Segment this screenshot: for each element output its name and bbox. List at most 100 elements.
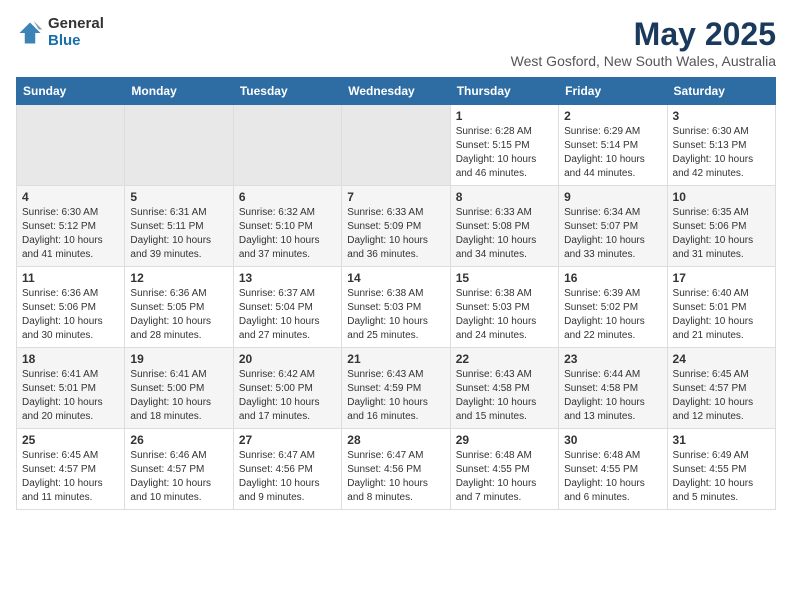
calendar-header: SundayMondayTuesdayWednesdayThursdayFrid… [17,78,776,105]
calendar-cell: 30 Sunrise: 6:48 AM Sunset: 4:55 PM Dayli… [559,429,667,510]
page-header: General Blue May 2025 West Gosford, New … [16,16,776,69]
calendar-cell: 27Sunrise: 6:47 AM Sunset: 4:56 PM Dayli… [233,429,341,510]
logo-icon [16,19,44,47]
day-number: 21 [347,352,444,366]
day-info: Sunrise: 6:42 AM Sunset: 5:00 PM Dayligh… [239,368,336,424]
calendar-cell: 4Sunrise: 6:30 AM Sunset: 5:12 PM Daylig… [17,186,125,267]
day-info: Sunrise: 6:43 AM Sunset: 4:59 PM Dayligh… [347,368,444,424]
day-number: 12 [130,271,227,285]
title-section: May 2025 West Gosford, New South Wales, … [511,16,776,69]
calendar-week-2: 4Sunrise: 6:30 AM Sunset: 5:12 PM Daylig… [17,186,776,267]
calendar-cell: 25 Sunrise: 6:45 AM Sunset: 4:57 PM Dayli… [17,429,125,510]
main-title: May 2025 [511,16,776,53]
weekday-header-row: SundayMondayTuesdayWednesdayThursdayFrid… [17,78,776,105]
day-info: Sunrise: 6:45 AM Sunset: 4:57 PM Dayligh… [22,449,119,505]
day-info: Sunrise: 6:32 AM Sunset: 5:10 PM Dayligh… [239,206,336,262]
day-info: Sunrise: 6:48 AM Sunset: 4:55 PM Dayligh… [564,449,661,505]
logo-general: General [48,16,104,33]
calendar-cell [17,105,125,186]
day-info: Sunrise: 6:47 AM Sunset: 4:56 PM Dayligh… [347,449,444,505]
calendar-week-3: 11 Sunrise: 6:36 AM Sunset: 5:06 PM Dayli… [17,267,776,348]
day-info: Sunrise: 6:31 AM Sunset: 5:11 PM Dayligh… [130,206,227,262]
day-number: 19 [130,352,227,366]
location-subtitle: West Gosford, New South Wales, Australia [511,53,776,69]
day-number: 22 [456,352,553,366]
calendar-cell: 7Sunrise: 6:33 AM Sunset: 5:09 PM Daylig… [342,186,450,267]
day-number: 9 [564,190,661,204]
calendar-cell: 21 Sunrise: 6:43 AM Sunset: 4:59 PM Dayli… [342,348,450,429]
day-number: 17 [673,271,770,285]
day-info: Sunrise: 6:39 AM Sunset: 5:02 PM Dayligh… [564,287,661,343]
day-info: Sunrise: 6:33 AM Sunset: 5:09 PM Dayligh… [347,206,444,262]
day-number: 5 [130,190,227,204]
calendar-cell: 23 Sunrise: 6:44 AM Sunset: 4:58 PM Dayli… [559,348,667,429]
day-info: Sunrise: 6:36 AM Sunset: 5:05 PM Dayligh… [130,287,227,343]
day-info: Sunrise: 6:47 AM Sunset: 4:56 PM Dayligh… [239,449,336,505]
day-info: Sunrise: 6:44 AM Sunset: 4:58 PM Dayligh… [564,368,661,424]
day-info: Sunrise: 6:30 AM Sunset: 5:13 PM Dayligh… [673,125,770,181]
day-number: 24 [673,352,770,366]
calendar-cell: 2 Sunrise: 6:29 AM Sunset: 5:14 PM Daylig… [559,105,667,186]
day-info: Sunrise: 6:33 AM Sunset: 5:08 PM Dayligh… [456,206,553,262]
day-info: Sunrise: 6:34 AM Sunset: 5:07 PM Dayligh… [564,206,661,262]
day-info: Sunrise: 6:29 AM Sunset: 5:14 PM Dayligh… [564,125,661,181]
calendar-cell [342,105,450,186]
day-number: 4 [22,190,119,204]
day-info: Sunrise: 6:37 AM Sunset: 5:04 PM Dayligh… [239,287,336,343]
day-number: 13 [239,271,336,285]
day-info: Sunrise: 6:43 AM Sunset: 4:58 PM Dayligh… [456,368,553,424]
day-number: 3 [673,109,770,123]
day-info: Sunrise: 6:48 AM Sunset: 4:55 PM Dayligh… [456,449,553,505]
calendar-cell: 22 Sunrise: 6:43 AM Sunset: 4:58 PM Dayli… [450,348,558,429]
calendar-cell: 15Sunrise: 6:38 AM Sunset: 5:03 PM Dayli… [450,267,558,348]
day-info: Sunrise: 6:36 AM Sunset: 5:06 PM Dayligh… [22,287,119,343]
weekday-header-monday: Monday [125,78,233,105]
calendar-cell: 14Sunrise: 6:38 AM Sunset: 5:03 PM Dayli… [342,267,450,348]
weekday-header-saturday: Saturday [667,78,775,105]
day-number: 1 [456,109,553,123]
calendar-cell: 10Sunrise: 6:35 AM Sunset: 5:06 PM Dayli… [667,186,775,267]
calendar-week-4: 18Sunrise: 6:41 AM Sunset: 5:01 PM Dayli… [17,348,776,429]
day-number: 6 [239,190,336,204]
calendar-body: 1Sunrise: 6:28 AM Sunset: 5:15 PM Daylig… [17,105,776,510]
calendar-cell: 24 Sunrise: 6:45 AM Sunset: 4:57 PM Dayli… [667,348,775,429]
calendar-cell: 20 Sunrise: 6:42 AM Sunset: 5:00 PM Dayli… [233,348,341,429]
calendar-cell: 18Sunrise: 6:41 AM Sunset: 5:01 PM Dayli… [17,348,125,429]
calendar-table: SundayMondayTuesdayWednesdayThursdayFrid… [16,77,776,510]
day-info: Sunrise: 6:45 AM Sunset: 4:57 PM Dayligh… [673,368,770,424]
day-number: 28 [347,433,444,447]
calendar-cell: 3 Sunrise: 6:30 AM Sunset: 5:13 PM Daylig… [667,105,775,186]
calendar-cell: 12 Sunrise: 6:36 AM Sunset: 5:05 PM Dayli… [125,267,233,348]
calendar-cell: 29 Sunrise: 6:48 AM Sunset: 4:55 PM Dayli… [450,429,558,510]
day-info: Sunrise: 6:41 AM Sunset: 5:01 PM Dayligh… [22,368,119,424]
day-number: 11 [22,271,119,285]
day-number: 2 [564,109,661,123]
calendar-cell [233,105,341,186]
weekday-header-wednesday: Wednesday [342,78,450,105]
calendar-cell: 9 Sunrise: 6:34 AM Sunset: 5:07 PM Daylig… [559,186,667,267]
calendar-cell: 28 Sunrise: 6:47 AM Sunset: 4:56 PM Dayli… [342,429,450,510]
day-info: Sunrise: 6:41 AM Sunset: 5:00 PM Dayligh… [130,368,227,424]
weekday-header-thursday: Thursday [450,78,558,105]
day-number: 15 [456,271,553,285]
day-info: Sunrise: 6:38 AM Sunset: 5:03 PM Dayligh… [347,287,444,343]
day-number: 26 [130,433,227,447]
day-number: 30 [564,433,661,447]
calendar-cell: 5 Sunrise: 6:31 AM Sunset: 5:11 PM Daylig… [125,186,233,267]
calendar-cell: 6 Sunrise: 6:32 AM Sunset: 5:10 PM Daylig… [233,186,341,267]
calendar-cell: 16 Sunrise: 6:39 AM Sunset: 5:02 PM Dayli… [559,267,667,348]
day-number: 29 [456,433,553,447]
day-info: Sunrise: 6:40 AM Sunset: 5:01 PM Dayligh… [673,287,770,343]
day-number: 16 [564,271,661,285]
logo-text: General Blue [48,16,104,49]
day-number: 25 [22,433,119,447]
calendar-cell: 17 Sunrise: 6:40 AM Sunset: 5:01 PM Dayli… [667,267,775,348]
weekday-header-friday: Friday [559,78,667,105]
day-info: Sunrise: 6:46 AM Sunset: 4:57 PM Dayligh… [130,449,227,505]
calendar-cell: 13 Sunrise: 6:37 AM Sunset: 5:04 PM Dayli… [233,267,341,348]
calendar-week-5: 25 Sunrise: 6:45 AM Sunset: 4:57 PM Dayli… [17,429,776,510]
day-number: 20 [239,352,336,366]
day-number: 23 [564,352,661,366]
day-info: Sunrise: 6:49 AM Sunset: 4:55 PM Dayligh… [673,449,770,505]
calendar-week-1: 1Sunrise: 6:28 AM Sunset: 5:15 PM Daylig… [17,105,776,186]
